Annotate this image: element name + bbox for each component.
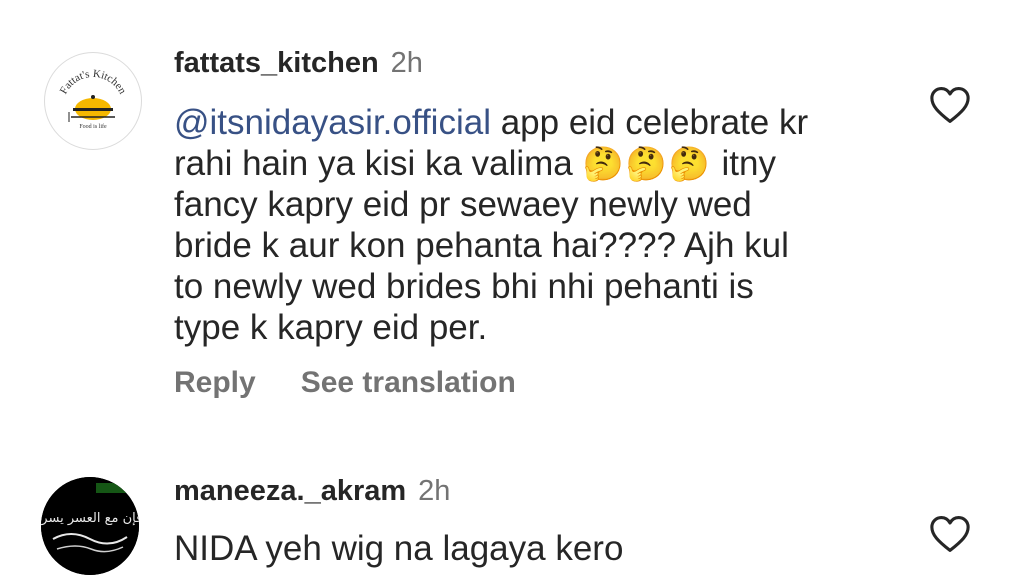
avatar[interactable]: فإن مع العسر يسرا — [41, 477, 139, 575]
comment-text-part: itny — [711, 144, 776, 183]
timestamp: 2h — [418, 475, 451, 507]
comment-text-part: fancy kapry eid pr sewaey newly wed brid… — [174, 185, 789, 347]
avatar-text: فإن مع العسر يسرا — [41, 511, 139, 526]
timestamp: 2h — [390, 47, 423, 79]
logo-subtitle: Food is life — [79, 123, 107, 130]
comment-text: @itsnidayasir.official app eid celebrate… — [174, 102, 914, 348]
mention-link[interactable]: @itsnidayasir.official — [174, 103, 491, 142]
svg-text:Fattat's Kitchen: Fattat's Kitchen — [58, 68, 129, 97]
calligraphy-avatar-icon: فإن مع العسر يسرا — [41, 477, 139, 575]
username[interactable]: fattats_kitchen — [174, 47, 379, 80]
comment-text: NIDA yeh wig na lagaya kero — [174, 529, 624, 568]
heart-outline-icon[interactable] — [929, 86, 971, 124]
reply-button[interactable]: Reply — [174, 366, 256, 400]
kitchen-logo-icon: Fattat's Kitchen Food is life — [58, 68, 129, 130]
logo-text: Fattat's Kitchen — [58, 68, 129, 97]
see-translation-button[interactable]: See translation — [301, 366, 516, 400]
comment-actions: Reply See translation — [174, 366, 516, 400]
comment-text-part: app eid celebrate kr — [490, 103, 809, 142]
avatar[interactable]: Fattat's Kitchen Food is life — [44, 52, 142, 150]
comment-header: fattats_kitchen 2h — [174, 47, 423, 80]
heart-outline-icon[interactable] — [929, 515, 971, 553]
username[interactable]: maneeza._akram — [174, 475, 406, 508]
comment-header: maneeza._akram 2h — [174, 475, 450, 508]
comment-text-part: rahi hain ya kisi ka valima — [174, 144, 583, 183]
thinking-face-emoji: 🤔🤔🤔 — [582, 145, 712, 182]
